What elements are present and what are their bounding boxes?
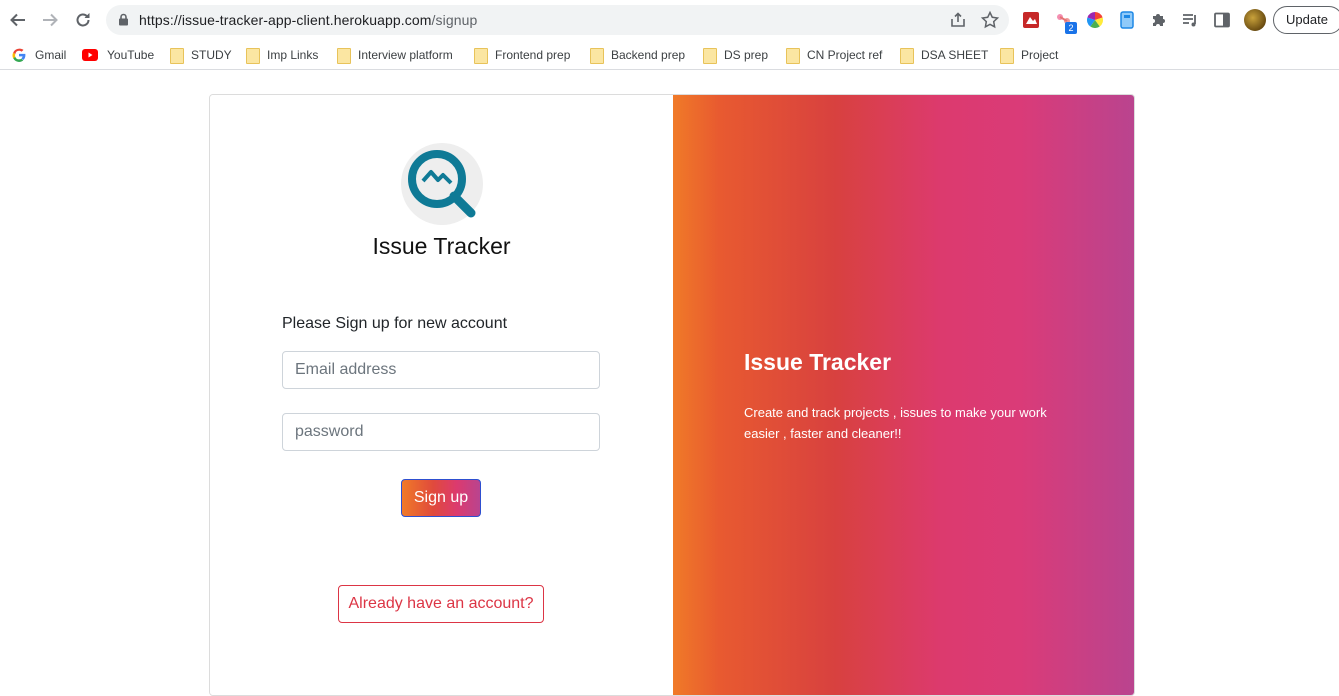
email-input[interactable] xyxy=(282,351,600,389)
bookmark-ds-prep[interactable]: DS prep xyxy=(703,45,768,65)
bookmark-label: YouTube xyxy=(107,48,155,62)
bookmark-label: Backend prep xyxy=(611,48,686,62)
folder-icon xyxy=(246,48,260,64)
bookmark-imp-links[interactable]: Imp Links xyxy=(246,45,318,65)
url-text[interactable]: https://issue-tracker-app-client.herokua… xyxy=(139,12,477,28)
profile-avatar[interactable] xyxy=(1244,9,1266,31)
signup-prompt: Please Sign up for new account xyxy=(282,315,508,332)
bookmark-backend-prep[interactable]: Backend prep xyxy=(590,45,685,65)
bookmark-label: Interview platform xyxy=(358,48,453,62)
folder-icon xyxy=(474,48,488,64)
bookmarks-bar: Gmail YouTube STUDY Imp Links Interview … xyxy=(0,40,1339,70)
extension-blue-icon[interactable] xyxy=(1117,10,1137,30)
bookmark-label: DS prep xyxy=(724,48,769,62)
extension-count-badge: 2 xyxy=(1065,22,1077,34)
extensions-puzzle-icon[interactable] xyxy=(1149,10,1169,30)
bookmark-label: DSA SHEET xyxy=(921,48,989,62)
youtube-icon xyxy=(82,49,98,61)
bookmark-label: Frontend prep xyxy=(495,48,571,62)
address-bar[interactable]: https://issue-tracker-app-client.herokua… xyxy=(106,5,1009,35)
bookmark-youtube[interactable]: YouTube xyxy=(82,45,154,65)
bookmark-star-icon[interactable] xyxy=(980,10,1000,35)
brand-title: Issue Tracker xyxy=(372,233,511,259)
folder-icon xyxy=(703,48,717,64)
bookmark-interview-platform[interactable]: Interview platform xyxy=(337,45,453,65)
folder-icon xyxy=(900,48,914,64)
update-button[interactable]: Update xyxy=(1273,6,1339,34)
reload-icon[interactable] xyxy=(71,8,95,32)
password-input[interactable] xyxy=(282,413,600,451)
bookmark-project[interactable]: Project xyxy=(1000,45,1058,65)
hero-panel: Issue Tracker Create and track projects … xyxy=(673,95,1134,695)
issue-tracker-logo-icon xyxy=(401,143,483,225)
already-have-account-button[interactable]: Already have an account? xyxy=(338,585,544,623)
lock-icon[interactable] xyxy=(118,13,129,31)
hero-description: Create and track projects , issues to ma… xyxy=(744,405,1047,441)
bookmark-cn-project-ref[interactable]: CN Project ref xyxy=(786,45,882,65)
bookmark-label: Project xyxy=(1021,48,1059,62)
bookmark-label: Gmail xyxy=(35,48,67,62)
folder-icon xyxy=(786,48,800,64)
browser-toolbar: https://issue-tracker-app-client.herokua… xyxy=(0,0,1339,40)
folder-icon xyxy=(337,48,351,64)
bookmark-study[interactable]: STUDY xyxy=(170,45,232,65)
back-arrow-icon[interactable] xyxy=(6,8,30,32)
side-panel-icon[interactable] xyxy=(1212,10,1232,30)
hero-title: Issue Tracker xyxy=(744,349,892,375)
bookmark-label: CN Project ref xyxy=(807,48,883,62)
signup-form-panel: Issue Tracker Please Sign up for new acc… xyxy=(210,95,673,695)
extension-red-icon[interactable] xyxy=(1021,10,1041,30)
folder-icon xyxy=(170,48,184,64)
color-wheel-icon[interactable] xyxy=(1085,10,1105,30)
bookmark-dsa-sheet[interactable]: DSA SHEET xyxy=(900,45,988,65)
folder-icon xyxy=(590,48,604,64)
media-queue-icon[interactable] xyxy=(1180,10,1200,30)
signup-button[interactable]: Sign up xyxy=(401,479,481,517)
folder-icon xyxy=(1000,48,1014,64)
share-icon[interactable] xyxy=(949,11,967,34)
bookmark-frontend-prep[interactable]: Frontend prep xyxy=(474,45,570,65)
forward-arrow-icon[interactable] xyxy=(38,8,62,32)
bookmark-label: STUDY xyxy=(191,48,232,62)
google-icon xyxy=(12,48,26,62)
bookmark-label: Imp Links xyxy=(267,48,319,62)
signup-card: Issue Tracker Please Sign up for new acc… xyxy=(209,94,1135,696)
bookmark-gmail[interactable]: Gmail xyxy=(12,45,66,65)
